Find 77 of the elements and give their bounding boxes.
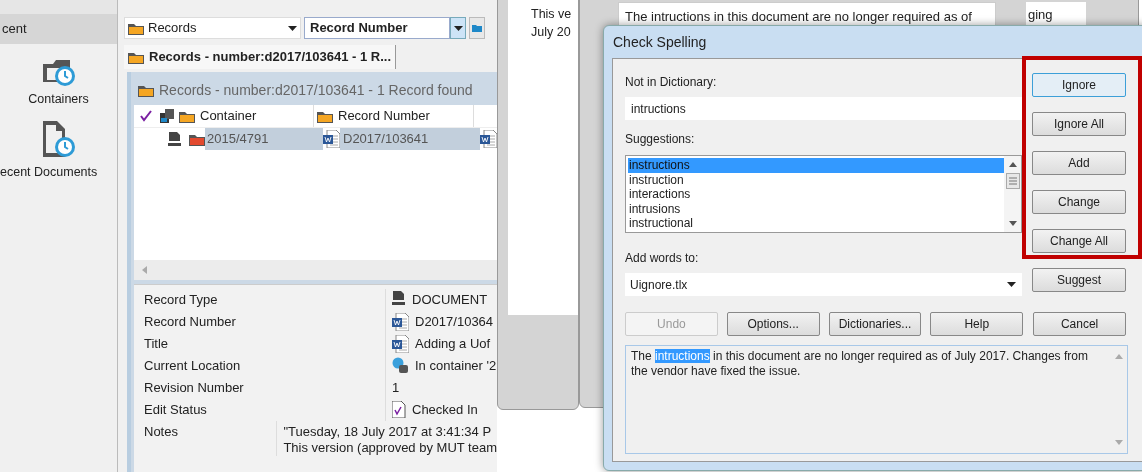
folder-icon <box>128 50 144 64</box>
checked-in-icon <box>392 401 406 421</box>
sidebar-item[interactable]: ecent Documents <box>0 162 98 182</box>
suggestions-list[interactable]: instructions instruction interactions intrusions instructional <box>625 155 1022 233</box>
dropdown-arrow-icon <box>288 25 297 31</box>
scroll-up-icon <box>1114 354 1123 359</box>
suggestion-item[interactable]: intrusions <box>628 201 1004 217</box>
results-title: Records - number:d2017/103641 - 1 Record found <box>159 80 473 100</box>
detail-label: Title <box>144 336 169 351</box>
record-type-icon <box>168 131 182 147</box>
detail-label: Record Number <box>144 314 236 329</box>
context-text-area[interactable]: The intructions in this document are no longer required as of July 2017. Changes from the vendor have fixed the issue. <box>625 345 1128 454</box>
checkmark-icon <box>140 110 152 122</box>
detail-value: "Tuesday, 18 July 2017 at 3:41:34 P <box>283 424 493 440</box>
dialog-button[interactable]: Suggest <box>1032 268 1126 292</box>
detail-value: Checked In <box>412 402 478 418</box>
dialog-button[interactable]: Change All <box>1032 229 1126 253</box>
folder-icon <box>189 132 205 146</box>
dialog-button[interactable]: Change <box>1032 190 1126 214</box>
detail-label: Current Location <box>144 358 241 373</box>
folder-icon <box>128 21 144 35</box>
record-type-column-icon <box>160 108 174 124</box>
table-cell[interactable]: D2017/103641 <box>340 128 480 150</box>
not-in-dictionary-field[interactable]: intructions <box>625 97 1022 120</box>
column-header[interactable]: Container <box>200 106 257 126</box>
dialog-button[interactable]: Dictionaries... <box>828 312 922 336</box>
suggestion-item[interactable]: instructional <box>628 216 1004 231</box>
record-type-dropdown[interactable]: Records <box>124 17 301 39</box>
field-label: Add words to: <box>625 250 699 267</box>
dialog-button[interactable]: Ignore <box>1032 73 1126 97</box>
detail-value: 1 <box>392 380 400 396</box>
scroll-down-icon <box>1008 221 1017 226</box>
detail-value: DOCUMENT <box>412 292 488 308</box>
add-words-to-dropdown[interactable]: Uignore.tlx <box>625 273 1022 296</box>
word-document-icon <box>392 313 409 333</box>
vertical-scrollbar[interactable] <box>1004 156 1021 232</box>
detail-label: Revision Number <box>144 380 244 395</box>
detail-label: Record Type <box>144 292 218 307</box>
dialog-button[interactable]: Ignore All <box>1032 112 1126 136</box>
context-text: The intructions in this document are no longer required as of July 2017. Changes from the vendor have fixed the issue. <box>630 348 1089 380</box>
document-text: This ve <box>531 6 573 23</box>
detail-value: In container '2 <box>415 358 497 374</box>
dialog-button[interactable]: Help <box>930 312 1024 336</box>
column-header[interactable]: Record Number <box>338 106 430 126</box>
detail-label: Edit Status <box>144 402 207 417</box>
suggestion-item[interactable]: interactions <box>628 187 1004 202</box>
suggestion-item[interactable]: instructions <box>628 158 1004 173</box>
field-label: Suggestions: <box>625 131 695 148</box>
scroll-thumb-icon <box>1005 173 1020 189</box>
horizontal-scrollbar[interactable] <box>134 260 497 280</box>
dropdown-arrow-icon <box>1007 282 1016 287</box>
folder-icon <box>472 24 482 32</box>
table-cell[interactable]: 2015/4791 <box>205 128 323 150</box>
dialog-button[interactable]: Options... <box>726 312 820 336</box>
results-tab[interactable]: Records - number:d2017/103641 - 1 R... <box>124 45 397 69</box>
scroll-down-icon <box>1114 440 1123 445</box>
detail-value: Adding a Uof <box>415 336 491 352</box>
detail-label: Notes <box>144 424 178 439</box>
document-text: July 20 <box>531 24 572 41</box>
folder-icon <box>317 109 333 123</box>
field-label: Not in Dictionary: <box>625 74 717 91</box>
scroll-left-icon <box>142 266 147 274</box>
dialog-button[interactable]: Add <box>1032 151 1126 175</box>
sidebar-header[interactable]: cent <box>0 14 117 44</box>
dialog-button[interactable]: Cancel <box>1033 312 1126 336</box>
suggestion-item[interactable]: instruction <box>628 172 1004 188</box>
detail-value: This version (approved by MUT team <box>283 440 497 456</box>
folder-icon <box>179 109 195 123</box>
folder-icon <box>138 83 154 97</box>
dropdown-arrow-icon <box>453 25 463 31</box>
detail-value: D2017/10364 <box>415 314 494 330</box>
dropdown-button[interactable] <box>450 17 466 39</box>
sidebar-item[interactable]: Containers <box>28 90 89 109</box>
scroll-up-icon <box>1008 162 1017 167</box>
word-document-icon <box>323 130 340 148</box>
word-document-icon <box>392 335 409 355</box>
search-field-dropdown[interactable]: Record Number <box>304 17 450 39</box>
